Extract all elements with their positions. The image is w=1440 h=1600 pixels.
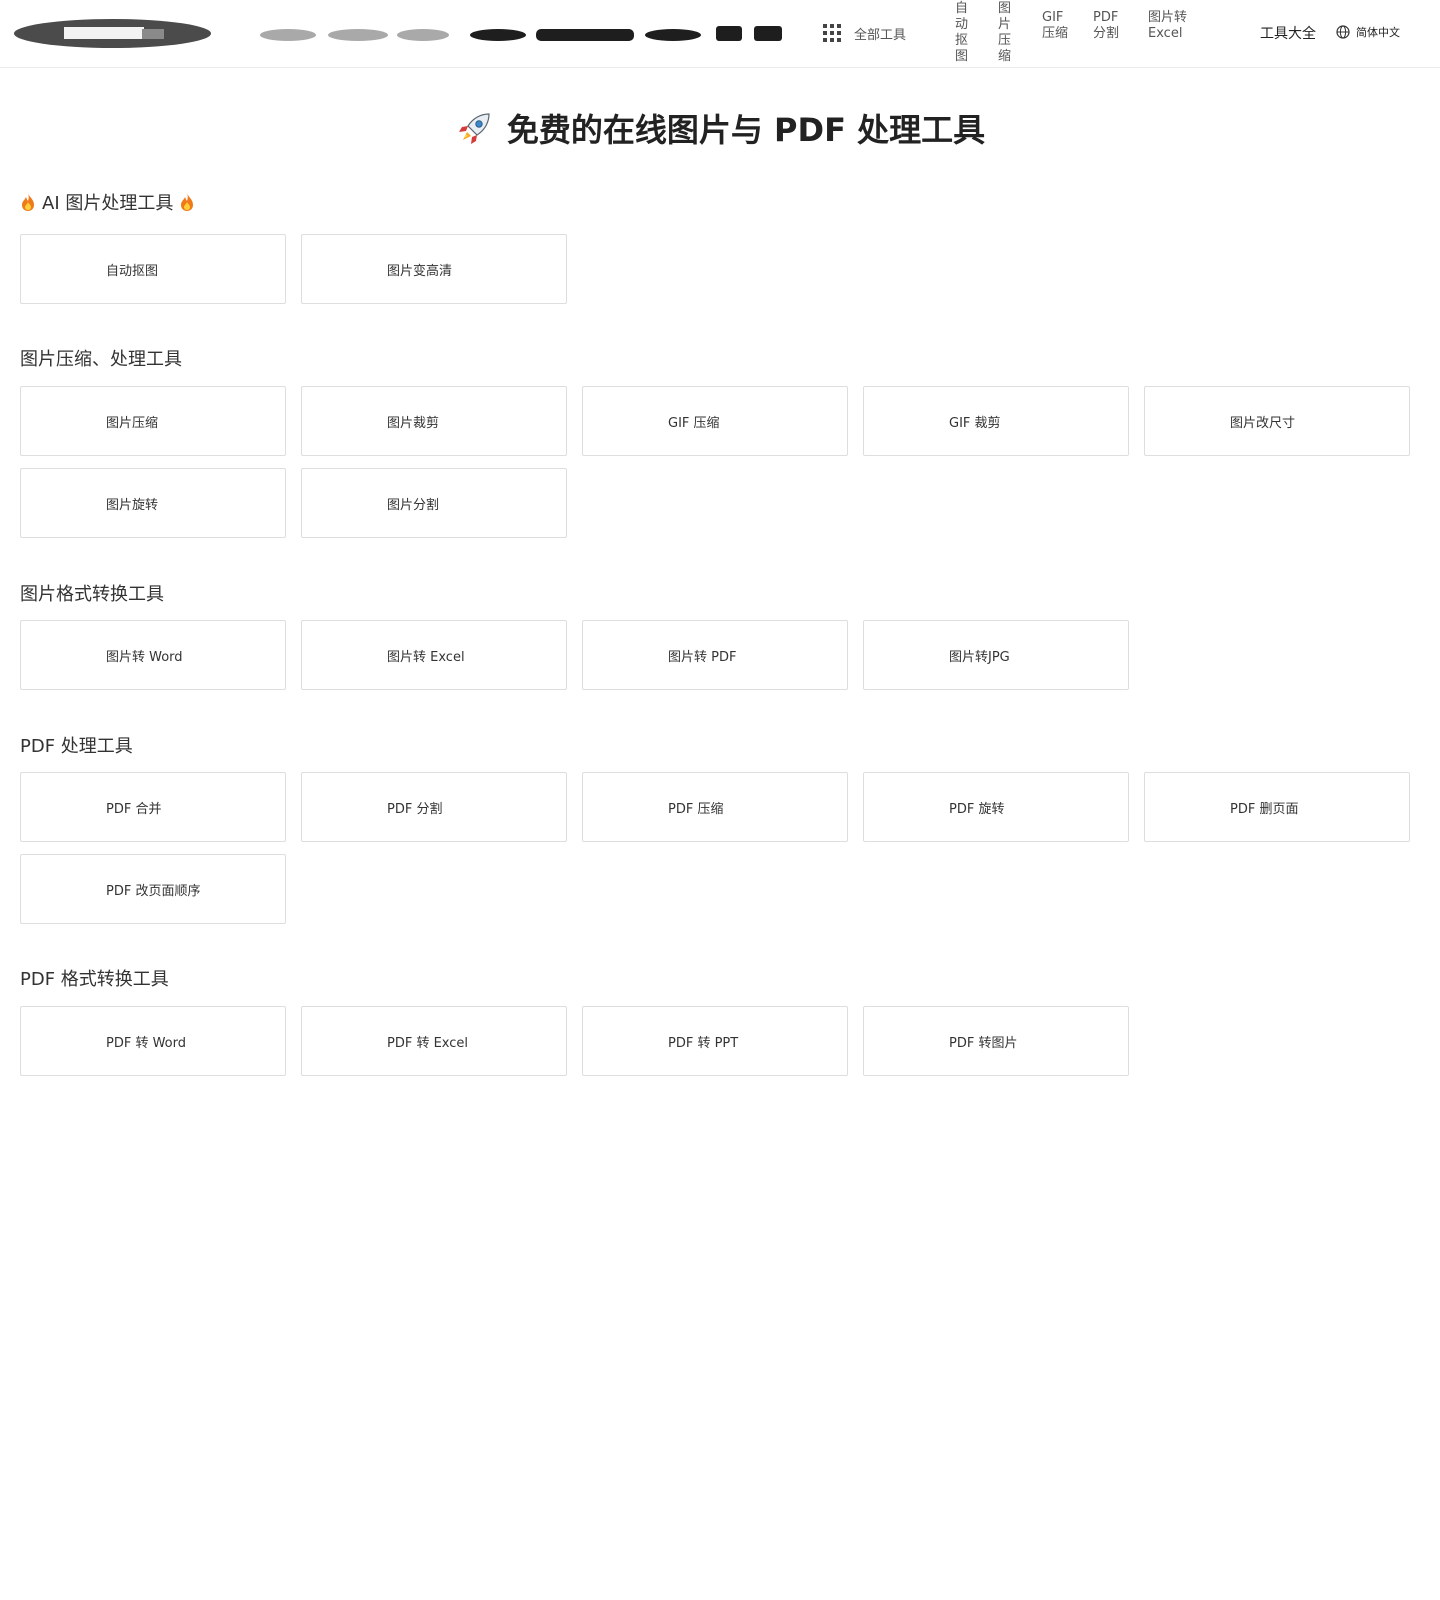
rocket-icon <box>458 113 490 144</box>
doc-small-wordmark[interactable] <box>258 20 788 50</box>
section-title-image-processing: 图片压缩、处理工具 <box>20 345 182 371</box>
tool-card-label: 图片变高清 <box>387 263 453 279</box>
globe-icon <box>1336 25 1350 39</box>
logo-icon[interactable] <box>14 19 211 48</box>
tool-card-auto-cutout[interactable]: 自动抠图 <box>20 234 286 304</box>
tool-card-label: 图片压缩 <box>106 415 159 431</box>
tool-card-image-compress[interactable]: 图片压缩 <box>20 386 286 456</box>
nav-item-auto-cutout[interactable]: 自动抠图 <box>955 1 969 65</box>
nav-item-gif-compress[interactable]: GIF 压缩 <box>1042 10 1072 42</box>
page-title: 免费的在线图片与 PDF 处理工具 <box>0 105 1440 151</box>
tool-card-gif-crop[interactable]: GIF 裁剪 <box>863 386 1129 456</box>
tool-card-label: PDF 转 Excel <box>387 1035 469 1051</box>
tool-card-pdf-rotate[interactable]: PDF 旋转 <box>863 772 1129 842</box>
nav-item-pdf-split[interactable]: PDF 分割 <box>1093 10 1123 42</box>
section-title-pdf-processing: PDF 处理工具 <box>20 732 133 758</box>
tool-card-image-to-word[interactable]: 图片转 Word <box>20 620 286 690</box>
section-title-text: AI 图片处理工具 <box>42 193 174 214</box>
tool-card-label: 图片旋转 <box>106 497 159 513</box>
tool-card-label: PDF 转 Word <box>106 1035 187 1051</box>
tool-card-gif-compress[interactable]: GIF 压缩 <box>582 386 848 456</box>
all-tools-menu[interactable]: 全部工具 <box>823 20 906 46</box>
section-title-text: PDF 格式转换工具 <box>20 969 169 990</box>
tool-card-label: PDF 合并 <box>106 801 162 817</box>
tool-card-image-to-excel[interactable]: 图片转 Excel <box>301 620 567 690</box>
tool-card-label: PDF 删页面 <box>1230 801 1299 817</box>
tool-card-label: PDF 旋转 <box>949 801 1005 817</box>
tool-card-label: GIF 裁剪 <box>949 415 1001 431</box>
section-title-image-convert: 图片格式转换工具 <box>20 580 164 606</box>
fire-icon <box>181 193 194 211</box>
section-title-ai: AI 图片处理工具 <box>20 189 195 215</box>
tool-card-label: 自动抠图 <box>106 263 159 279</box>
tool-card-label: 图片裁剪 <box>387 415 440 431</box>
fire-icon <box>22 193 34 211</box>
section-title-text: PDF 处理工具 <box>20 736 133 757</box>
tool-card-pdf-to-excel[interactable]: PDF 转 Excel <box>301 1006 567 1076</box>
language-selector[interactable]: 简体中文 <box>1336 24 1400 40</box>
tool-card-image-rotate[interactable]: 图片旋转 <box>20 468 286 538</box>
tool-card-pdf-split[interactable]: PDF 分割 <box>301 772 567 842</box>
tools-all-link[interactable]: 工具大全 <box>1260 23 1316 43</box>
tool-card-label: 图片转JPG <box>949 649 1010 665</box>
page-title-text: 免费的在线图片与 PDF 处理工具 <box>506 111 986 149</box>
tool-card-pdf-to-word[interactable]: PDF 转 Word <box>20 1006 286 1076</box>
tool-card-label: PDF 压缩 <box>668 801 724 817</box>
grid-icon <box>823 24 841 42</box>
tool-card-pdf-to-ppt[interactable]: PDF 转 PPT <box>582 1006 848 1076</box>
tool-card-label: GIF 压缩 <box>668 415 720 431</box>
tool-card-label: 图片转 PDF <box>668 649 737 665</box>
section-title-pdf-convert: PDF 格式转换工具 <box>20 965 169 991</box>
language-label: 简体中文 <box>1356 26 1400 39</box>
tool-card-label: PDF 转图片 <box>949 1035 1018 1051</box>
tool-card-label: 图片转 Excel <box>387 649 465 665</box>
tool-card-image-resize[interactable]: 图片改尺寸 <box>1144 386 1410 456</box>
tool-card-label: 图片分割 <box>387 497 440 513</box>
tool-card-pdf-compress[interactable]: PDF 压缩 <box>582 772 848 842</box>
nav-item-image-compress[interactable]: 图片压缩 <box>998 1 1012 65</box>
tool-card-pdf-to-image[interactable]: PDF 转图片 <box>863 1006 1129 1076</box>
tool-card-image-split[interactable]: 图片分割 <box>301 468 567 538</box>
tool-card-pdf-reorder-pages[interactable]: PDF 改页面顺序 <box>20 854 286 924</box>
tool-card-image-upscale[interactable]: 图片变高清 <box>301 234 567 304</box>
nav-item-image-to-excel[interactable]: 图片转 Excel <box>1148 10 1188 42</box>
tool-card-image-crop[interactable]: 图片裁剪 <box>301 386 567 456</box>
tool-card-label: 图片改尺寸 <box>1230 415 1296 431</box>
tool-card-label: PDF 分割 <box>387 801 443 817</box>
tool-card-pdf-delete-pages[interactable]: PDF 删页面 <box>1144 772 1410 842</box>
tool-card-image-to-pdf[interactable]: 图片转 PDF <box>582 620 848 690</box>
top-header: 全部工具 自动抠图 图片压缩 GIF 压缩 PDF 分割 图片转 Excel 工… <box>0 0 1440 68</box>
tool-card-label: PDF 改页面顺序 <box>106 883 201 899</box>
tool-card-label: 图片转 Word <box>106 649 183 665</box>
tool-card-image-to-jpg[interactable]: 图片转JPG <box>863 620 1129 690</box>
tool-card-pdf-merge[interactable]: PDF 合并 <box>20 772 286 842</box>
all-tools-label: 全部工具 <box>854 27 907 43</box>
tool-card-label: PDF 转 PPT <box>668 1035 739 1051</box>
section-title-text: 图片格式转换工具 <box>20 584 164 605</box>
section-title-text: 图片压缩、处理工具 <box>20 349 182 370</box>
